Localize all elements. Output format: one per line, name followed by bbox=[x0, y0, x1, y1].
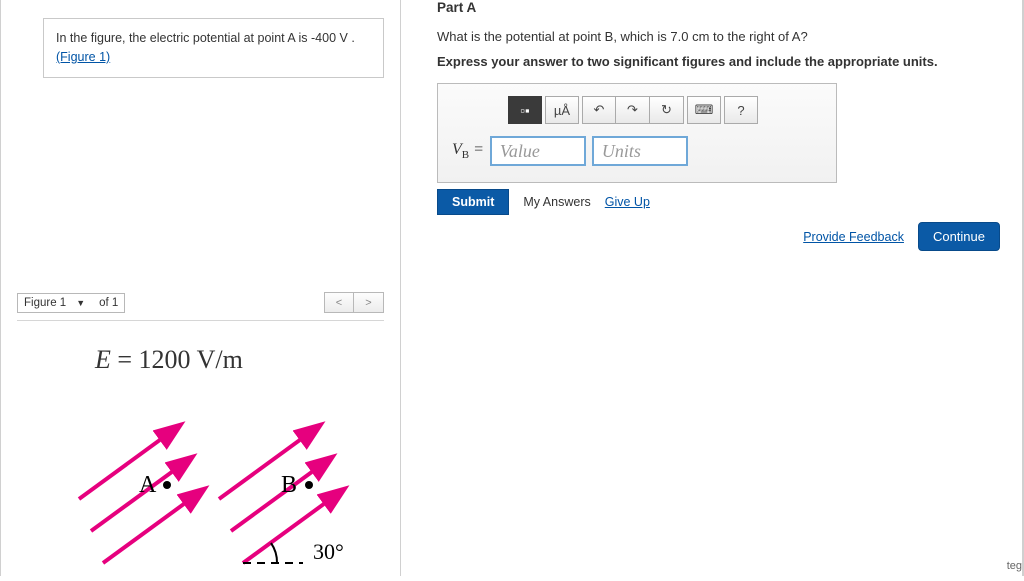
give-up-link[interactable]: Give Up bbox=[605, 195, 650, 209]
undo-button[interactable]: ↶ bbox=[582, 96, 616, 124]
point-A-label: A bbox=[139, 472, 157, 498]
problem-text-post: . bbox=[348, 31, 355, 45]
figure-image: E = 1200 V/m bbox=[17, 320, 384, 570]
answer-box: ▫▪ µÅ ↶ ↷ ↻ ⌨ ? VB = Value Units bbox=[437, 83, 837, 183]
reset-button[interactable]: ↻ bbox=[650, 96, 684, 124]
figure-selector[interactable]: Figure 1 ▼ of 1 bbox=[17, 293, 125, 313]
problem-text-pre: In the figure, the electric potential at… bbox=[56, 31, 340, 45]
templates-button[interactable]: ▫▪ bbox=[508, 96, 542, 124]
question-text: What is the potential at point B, which … bbox=[437, 29, 1006, 44]
variable-label: VB = bbox=[452, 141, 484, 161]
continue-button[interactable]: Continue bbox=[918, 222, 1000, 251]
units-input[interactable]: Units bbox=[592, 136, 688, 166]
part-title: Part A bbox=[437, 0, 1006, 15]
submit-button[interactable]: Submit bbox=[437, 189, 509, 215]
help-button[interactable]: ? bbox=[724, 96, 758, 124]
figure-link[interactable]: (Figure 1) bbox=[56, 50, 110, 64]
input-toolbar: ▫▪ µÅ ↶ ↷ ↻ ⌨ ? bbox=[508, 96, 822, 124]
stray-text: teg bbox=[1007, 560, 1022, 572]
figure-label: Figure 1 bbox=[24, 297, 66, 309]
redo-button[interactable]: ↷ bbox=[616, 96, 650, 124]
figure-page: of 1 bbox=[99, 297, 118, 309]
problem-unit: V bbox=[340, 31, 348, 45]
provide-feedback-link[interactable]: Provide Feedback bbox=[803, 230, 904, 244]
angle-label: 30° bbox=[313, 539, 344, 564]
field-equation: E = 1200 V/m bbox=[95, 345, 243, 375]
point-B-label: B bbox=[281, 472, 297, 498]
my-answers-link[interactable]: My Answers bbox=[523, 195, 590, 209]
chevron-down-icon: ▼ bbox=[76, 298, 85, 308]
problem-statement: In the figure, the electric potential at… bbox=[43, 18, 384, 78]
instruction-text: Express your answer to two significant f… bbox=[437, 54, 1006, 69]
field-diagram: A B 30° bbox=[61, 381, 381, 581]
figure-prev-button[interactable]: < bbox=[324, 292, 354, 313]
figure-next-button[interactable]: > bbox=[354, 292, 384, 313]
keyboard-button[interactable]: ⌨ bbox=[687, 96, 721, 124]
symbols-button[interactable]: µÅ bbox=[545, 96, 579, 124]
figure-navigator: Figure 1 ▼ of 1 < > bbox=[17, 292, 384, 313]
value-input[interactable]: Value bbox=[490, 136, 586, 166]
